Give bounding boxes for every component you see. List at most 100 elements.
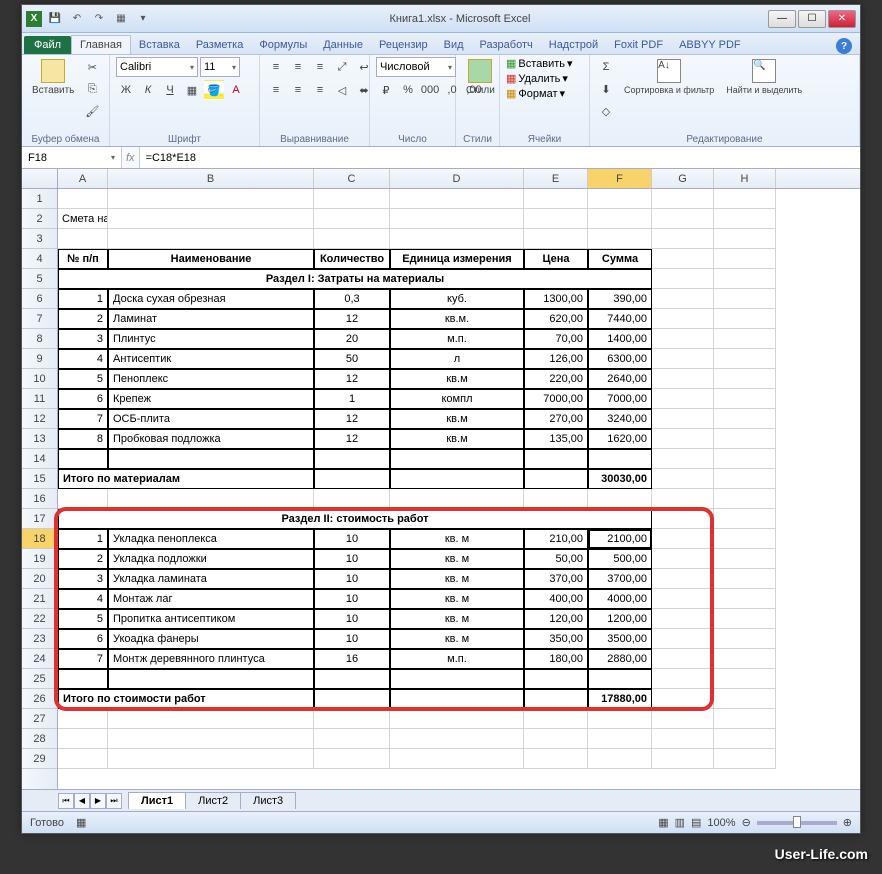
cell-G19[interactable]: [652, 549, 714, 569]
cell-A15[interactable]: Итого по материалам: [58, 469, 314, 489]
cell-C6[interactable]: 0,3: [314, 289, 390, 309]
cell-D6[interactable]: куб.: [390, 289, 524, 309]
cell-E25[interactable]: [524, 669, 588, 689]
cell-E1[interactable]: [524, 189, 588, 209]
cell-H28[interactable]: [714, 729, 776, 749]
align-middle-icon[interactable]: ≡: [288, 57, 308, 77]
row-header-5[interactable]: 5: [22, 269, 57, 289]
cell-C11[interactable]: 1: [314, 389, 390, 409]
cell-D29[interactable]: [390, 749, 524, 769]
cell-D12[interactable]: кв.м: [390, 409, 524, 429]
cell-G22[interactable]: [652, 609, 714, 629]
cell-G25[interactable]: [652, 669, 714, 689]
select-all-corner[interactable]: [22, 169, 58, 188]
cell-C23[interactable]: 10: [314, 629, 390, 649]
formula-input[interactable]: =C18*E18: [139, 147, 860, 168]
currency-icon[interactable]: ₽: [376, 80, 396, 100]
fill-color-button[interactable]: 🪣: [204, 80, 224, 100]
cell-A21[interactable]: 4: [58, 589, 108, 609]
cell-D4[interactable]: Единица измерения: [390, 249, 524, 269]
cell-D20[interactable]: кв. м: [390, 569, 524, 589]
cell-A3[interactable]: [58, 229, 108, 249]
qat-icon[interactable]: ▦: [112, 10, 130, 28]
ribbon-tab-3[interactable]: Формулы: [251, 36, 315, 54]
cell-B18[interactable]: Укладка пеноплекса: [108, 529, 314, 549]
cell-F21[interactable]: 4000,00: [588, 589, 652, 609]
cell-H11[interactable]: [714, 389, 776, 409]
cell-G24[interactable]: [652, 649, 714, 669]
cell-E9[interactable]: 126,00: [524, 349, 588, 369]
cell-C1[interactable]: [314, 189, 390, 209]
cell-D10[interactable]: кв.м: [390, 369, 524, 389]
cell-B14[interactable]: [108, 449, 314, 469]
delete-cells-button[interactable]: ▦Удалить ▾: [506, 72, 568, 85]
cell-G26[interactable]: [652, 689, 714, 709]
fill-icon[interactable]: ⬇: [596, 79, 616, 99]
cell-G1[interactable]: [652, 189, 714, 209]
cell-B22[interactable]: Пропитка антисептиком: [108, 609, 314, 629]
cell-B13[interactable]: Пробковая подложка: [108, 429, 314, 449]
cell-F26[interactable]: 17880,00: [588, 689, 652, 709]
cell-A4[interactable]: № п/п: [58, 249, 108, 269]
cell-H8[interactable]: [714, 329, 776, 349]
cell-G8[interactable]: [652, 329, 714, 349]
cell-F2[interactable]: [588, 209, 652, 229]
cell-A29[interactable]: [58, 749, 108, 769]
cell-D24[interactable]: м.п.: [390, 649, 524, 669]
cell-F27[interactable]: [588, 709, 652, 729]
cell-E18[interactable]: 210,00: [524, 529, 588, 549]
ribbon-tab-2[interactable]: Разметка: [188, 36, 252, 54]
cell-G14[interactable]: [652, 449, 714, 469]
cell-A26[interactable]: Итого по стоимости работ: [58, 689, 314, 709]
cell-G28[interactable]: [652, 729, 714, 749]
cell-D11[interactable]: компл: [390, 389, 524, 409]
autosum-icon[interactable]: Σ: [596, 57, 616, 77]
cell-B1[interactable]: [108, 189, 314, 209]
row-header-19[interactable]: 19: [22, 549, 57, 569]
font-name-combo[interactable]: Calibri▾: [116, 57, 198, 77]
cell-F10[interactable]: 2640,00: [588, 369, 652, 389]
cell-D7[interactable]: кв.м.: [390, 309, 524, 329]
cell-E28[interactable]: [524, 729, 588, 749]
cell-H10[interactable]: [714, 369, 776, 389]
cell-C15[interactable]: [314, 469, 390, 489]
cell-E2[interactable]: [524, 209, 588, 229]
cell-C27[interactable]: [314, 709, 390, 729]
cell-G27[interactable]: [652, 709, 714, 729]
cell-F4[interactable]: Сумма: [588, 249, 652, 269]
cell-C3[interactable]: [314, 229, 390, 249]
cell-D28[interactable]: [390, 729, 524, 749]
file-tab[interactable]: Файл: [24, 36, 71, 54]
cell-E19[interactable]: 50,00: [524, 549, 588, 569]
cell-H7[interactable]: [714, 309, 776, 329]
cell-F8[interactable]: 1400,00: [588, 329, 652, 349]
format-cells-button[interactable]: ▦Формат ▾: [506, 87, 565, 100]
col-header-B[interactable]: B: [108, 169, 314, 188]
cell-C21[interactable]: 10: [314, 589, 390, 609]
row-header-24[interactable]: 24: [22, 649, 57, 669]
cell-F14[interactable]: [588, 449, 652, 469]
tab-nav-next[interactable]: ▶: [90, 793, 106, 809]
cell-E14[interactable]: [524, 449, 588, 469]
save-icon[interactable]: 💾: [46, 10, 64, 28]
view-break-icon[interactable]: ▤: [691, 816, 701, 829]
orientation-icon[interactable]: ⤢: [332, 57, 352, 77]
font-size-combo[interactable]: 11▾: [200, 57, 240, 77]
ribbon-tab-4[interactable]: Данные: [315, 36, 371, 54]
cell-H21[interactable]: [714, 589, 776, 609]
cell-H17[interactable]: [714, 509, 776, 529]
cell-F24[interactable]: 2880,00: [588, 649, 652, 669]
sort-filter-button[interactable]: A↓Сортировка и фильтр: [620, 57, 718, 97]
row-header-1[interactable]: 1: [22, 189, 57, 209]
cell-G10[interactable]: [652, 369, 714, 389]
cell-F18[interactable]: 2100,00: [588, 529, 652, 549]
ribbon-tab-1[interactable]: Вставка: [131, 36, 188, 54]
bold-button[interactable]: Ж: [116, 80, 136, 100]
styles-button[interactable]: Стили: [462, 57, 499, 98]
cell-B3[interactable]: [108, 229, 314, 249]
row-header-25[interactable]: 25: [22, 669, 57, 689]
cell-A27[interactable]: [58, 709, 108, 729]
ribbon-tab-5[interactable]: Рецензир: [371, 36, 436, 54]
cell-E26[interactable]: [524, 689, 588, 709]
underline-button[interactable]: Ч: [160, 80, 180, 100]
